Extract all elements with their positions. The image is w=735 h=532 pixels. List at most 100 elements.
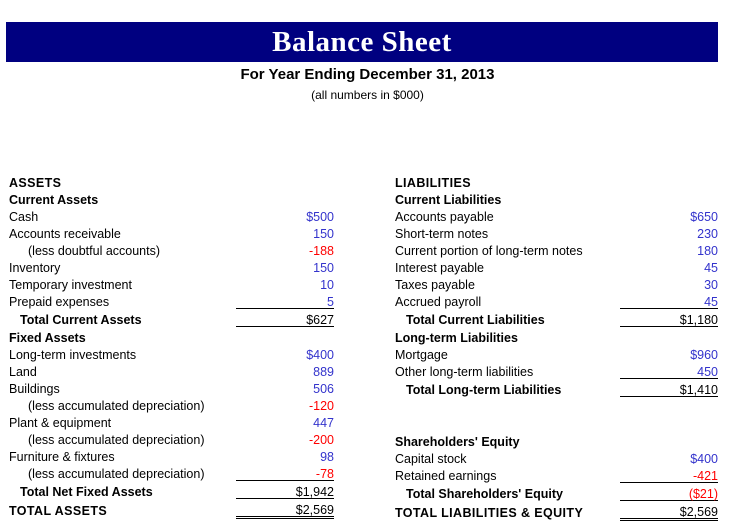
ledger-row-value: 150 bbox=[313, 226, 334, 241]
ledger-row-label: Accrued payroll bbox=[395, 295, 482, 309]
liabilities-section-heading: LIABILITIES bbox=[395, 172, 718, 189]
ledger-row-label: Retained earnings bbox=[395, 469, 497, 483]
ledger-row-value: 10 bbox=[320, 277, 334, 292]
ledger-row-label: Mortgage bbox=[395, 347, 448, 362]
ledger-row: Total Shareholders' Equity ($21) bbox=[395, 482, 718, 501]
ledger-row: Mortgage $960 bbox=[395, 344, 718, 361]
ledger-row: (less accumulated depreciation) -78 bbox=[9, 463, 334, 481]
page-title: Balance Sheet bbox=[272, 25, 452, 58]
ledger-row-label: Accounts receivable bbox=[9, 226, 121, 241]
ledger-row-label: Total Current Assets bbox=[20, 313, 142, 327]
ledger-row: Fixed Assets bbox=[9, 327, 334, 345]
ledger-row-label: Current Assets bbox=[9, 192, 99, 207]
ledger-row-value: $650 bbox=[690, 209, 718, 224]
ledger-row: Temporary investment 10 bbox=[9, 274, 334, 291]
ledger-row-value bbox=[236, 189, 334, 206]
report-period-subtitle: For Year Ending December 31, 2013 bbox=[240, 66, 495, 83]
assets-section-label: ASSETS bbox=[9, 175, 62, 190]
ledger-row-label: Land bbox=[9, 364, 37, 379]
ledger-row-label: Plant & equipment bbox=[9, 415, 112, 430]
ledger-row-label: Total Net Fixed Assets bbox=[20, 485, 153, 499]
ledger-row-value: -200 bbox=[308, 432, 334, 447]
ledger-row: Total Net Fixed Assets $1,942 bbox=[9, 480, 334, 499]
ledger-row-value: $1,410 bbox=[620, 378, 718, 397]
ledger-row-label: (less doubtful accounts) bbox=[28, 243, 161, 258]
ledger-row: Long-term investments $400 bbox=[9, 344, 334, 361]
ledger-row: Other long-term liabilities 450 bbox=[395, 361, 718, 379]
ledger-row: Shareholders' Equity bbox=[395, 431, 718, 448]
ledger-row-label: Shareholders' Equity bbox=[395, 434, 520, 449]
ledger-row-label: Total Current Liabilities bbox=[406, 313, 545, 327]
ledger-row: Taxes payable 30 bbox=[395, 274, 718, 291]
ledger-row-label: (less accumulated depreciation) bbox=[28, 467, 205, 481]
ledger-row-value bbox=[620, 431, 718, 448]
ledger-row-value: 98 bbox=[320, 449, 334, 464]
ledger-row-label bbox=[395, 414, 620, 431]
ledger-row-value: ($21) bbox=[620, 482, 718, 501]
ledger-row-label: Cash bbox=[9, 209, 39, 224]
ledger-row-value: 45 bbox=[704, 260, 718, 275]
ledger-row: Prepaid expenses 5 bbox=[9, 291, 334, 309]
liabilities-table-body: LIABILITIES Current Liabilities Accounts … bbox=[395, 172, 718, 521]
ledger-row-value bbox=[620, 397, 718, 415]
ledger-row-value: 889 bbox=[313, 364, 334, 379]
ledger-row-label: Current Liabilities bbox=[395, 192, 502, 207]
ledger-row: Buildings 506 bbox=[9, 378, 334, 395]
ledger-row-value: $2,569 bbox=[620, 500, 718, 521]
ledger-row-value: $1,180 bbox=[620, 308, 718, 327]
title-band: Balance Sheet bbox=[6, 22, 718, 62]
ledger-row-value: 5 bbox=[327, 294, 334, 309]
ledger-row-label: Long-term Liabilities bbox=[395, 330, 518, 345]
ledger-row: Current Assets bbox=[9, 189, 334, 206]
ledger-row: Inventory 150 bbox=[9, 257, 334, 274]
ledger-row-label: Accounts payable bbox=[395, 209, 494, 224]
ledger-row-label: Total Shareholders' Equity bbox=[406, 487, 563, 501]
ledger-row: (less accumulated depreciation) -200 bbox=[9, 429, 334, 446]
ledger-row-label: Interest payable bbox=[395, 260, 484, 275]
ledger-row: TOTAL ASSETS $2,569 bbox=[9, 498, 334, 519]
ledger-row-label: Buildings bbox=[9, 381, 60, 396]
ledger-row-value bbox=[620, 414, 718, 431]
ledger-row-value: 150 bbox=[313, 260, 334, 275]
assets-column: ASSETS Current Assets Cash $500 Accounts re… bbox=[9, 172, 334, 519]
ledger-row: Cash $500 bbox=[9, 206, 334, 223]
ledger-row: (less doubtful accounts) -188 bbox=[9, 240, 334, 257]
ledger-row-label: (less accumulated depreciation) bbox=[28, 432, 205, 447]
ledger-row: TOTAL LIABILITIES & EQUITY $2,569 bbox=[395, 500, 718, 521]
liabilities-section-value bbox=[620, 172, 718, 189]
ledger-row: Long-term Liabilities bbox=[395, 327, 718, 345]
ledger-row: Accrued payroll 45 bbox=[395, 291, 718, 309]
ledger-row-value: -421 bbox=[692, 468, 718, 483]
ledger-row-value: -120 bbox=[308, 398, 334, 413]
liabilities-table: LIABILITIES Current Liabilities Accounts … bbox=[395, 172, 718, 521]
ledger-row-label: Short-term notes bbox=[395, 226, 489, 241]
ledger-row-value: $1,942 bbox=[236, 480, 334, 499]
ledger-row-value: 45 bbox=[704, 294, 718, 309]
ledger-row-value: $400 bbox=[690, 451, 718, 466]
ledger-row-value: 506 bbox=[313, 381, 334, 396]
ledger-row-value: $500 bbox=[306, 209, 334, 224]
assets-table-body: ASSETS Current Assets Cash $500 Accounts re… bbox=[9, 172, 334, 519]
ledger-row: Land 889 bbox=[9, 361, 334, 378]
ledger-row: Current Liabilities bbox=[395, 189, 718, 206]
ledger-row-label: Temporary investment bbox=[9, 277, 132, 292]
ledger-row-label: TOTAL ASSETS bbox=[9, 504, 108, 518]
ledger-row-value: 30 bbox=[704, 277, 718, 292]
ledger-row-value: 447 bbox=[313, 415, 334, 430]
ledger-row-label bbox=[395, 397, 620, 415]
assets-section-value bbox=[236, 172, 334, 189]
units-note: (all numbers in $000) bbox=[311, 88, 424, 102]
ledger-row-label: TOTAL LIABILITIES & EQUITY bbox=[395, 506, 584, 520]
ledger-row: Accounts payable $650 bbox=[395, 206, 718, 223]
spacer-row bbox=[395, 397, 718, 415]
ledger-row: Interest payable 45 bbox=[395, 257, 718, 274]
ledger-row-label: Furniture & fixtures bbox=[9, 449, 115, 464]
ledger-row: Capital stock $400 bbox=[395, 448, 718, 465]
ledger-row-value bbox=[620, 327, 718, 345]
assets-table: ASSETS Current Assets Cash $500 Accounts re… bbox=[9, 172, 334, 519]
ledger-row-label: Capital stock bbox=[395, 451, 467, 466]
ledger-row-label: Fixed Assets bbox=[9, 330, 86, 345]
ledger-row-value: $2,569 bbox=[236, 498, 334, 519]
ledger-row-label: Long-term investments bbox=[9, 347, 137, 362]
ledger-row-value bbox=[620, 189, 718, 206]
